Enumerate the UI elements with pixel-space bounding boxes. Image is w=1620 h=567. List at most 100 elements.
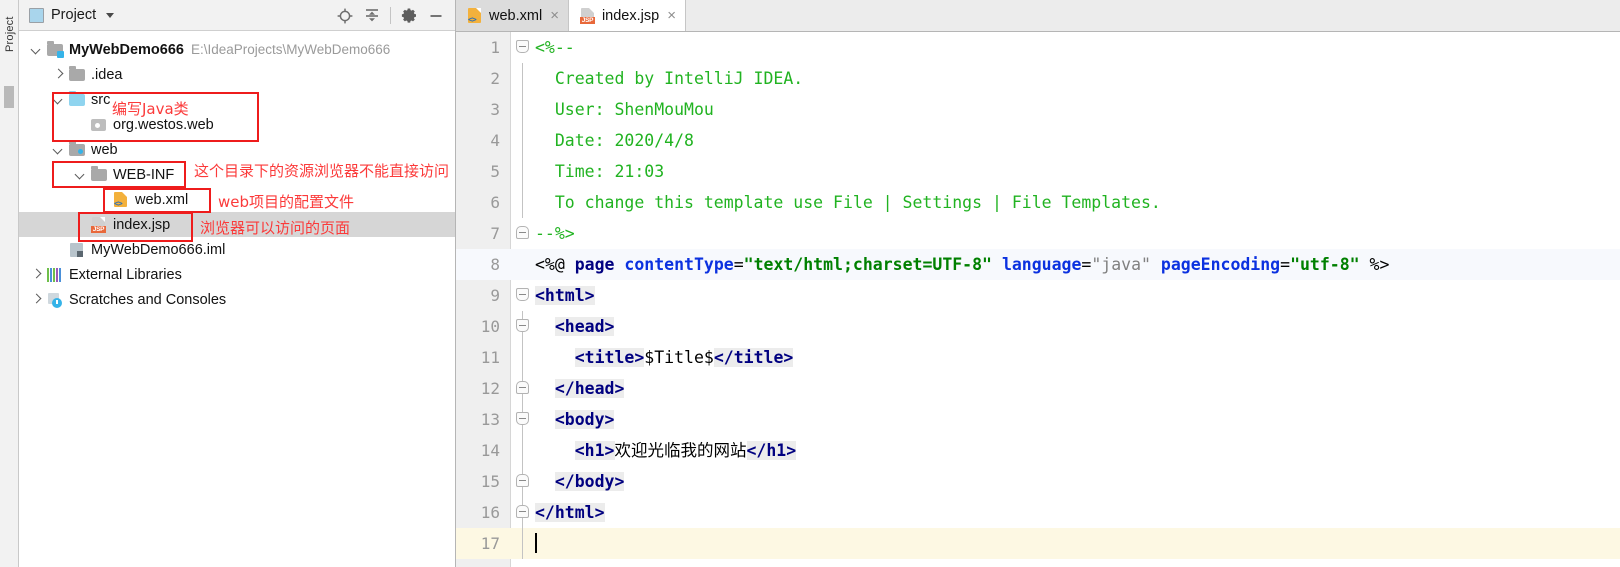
code-line[interactable]: 8 <%@ page contentType="text/html;charset… [456,249,1620,280]
collapse-all-icon[interactable] [359,3,385,29]
fold-open-icon[interactable] [516,319,529,332]
line-number: 1 [490,38,500,57]
tree-item-label: web.xml [135,191,189,208]
code-line[interactable]: 11 <title>$Title$</title> [456,342,1620,373]
fold-close-icon[interactable] [516,505,529,518]
code-line-text: <h1>欢迎光临我的网站</h1> [535,435,797,466]
code-line-text: </html> [535,497,605,528]
tree-item-path: E:\IdeaProjects\MyWebDemo666 [190,42,391,57]
fold-column [511,373,535,404]
line-number: 2 [490,69,500,88]
code-line[interactable]: 15 </body> [456,466,1620,497]
tree-item-external-libraries[interactable]: External Libraries [19,262,455,287]
fold-open-icon[interactable] [516,288,529,301]
tree-item-label: External Libraries [69,266,182,283]
tree-item-idea[interactable]: .idea [19,62,455,87]
fold-column [511,156,535,187]
chevron-down-icon[interactable] [53,94,64,105]
editor-tab-bar: web.xml × index.jsp × [456,0,1620,32]
code-line-text: User: ShenMouMou [535,94,714,125]
fold-close-icon[interactable] [516,381,529,394]
code-line[interactable]: 12 </head> [456,373,1620,404]
chevron-right-icon[interactable] [31,269,42,280]
code-line[interactable]: 9 <html> [456,280,1620,311]
tool-window-strip-label[interactable]: Project [4,0,16,52]
code-line[interactable]: 5 Time: 21:03 [456,156,1620,187]
minimize-icon[interactable] [423,3,449,29]
code-line[interactable]: 10 <head> [456,311,1620,342]
code-token: <body> [554,410,615,429]
code-token: <title> [574,348,645,367]
code-line[interactable]: 13 <body> [456,404,1620,435]
code-line-text: <head> [535,311,615,342]
folder-module-icon [47,41,64,58]
scratches-icon [47,291,64,308]
code-token: %> [1359,255,1390,274]
tree-item-mywebdemo666-iml[interactable]: MyWebDemo666.iml [19,237,455,262]
code-token: page [574,255,625,274]
editor-area: web.xml × index.jsp × 1 <%-- 2 Created by Int… [456,0,1620,567]
tree-item-label: src [91,91,111,108]
tree-item-web[interactable]: web [19,137,455,162]
code-token: "text/html;charset=UTF-8" [743,255,992,274]
line-number: 17 [480,534,500,553]
chevron-down-icon[interactable] [31,44,42,55]
close-icon[interactable]: × [667,8,676,23]
code-token: User: ShenMouMou [535,100,714,119]
editor-tab-label: web.xml [489,7,543,24]
fold-column [511,404,535,435]
close-icon[interactable]: × [550,8,559,23]
code-token: "utf-8" [1290,255,1360,274]
chevron-right-icon[interactable] [31,294,42,305]
gear-icon[interactable] [396,3,422,29]
code-line[interactable]: 3 User: ShenMouMou [456,94,1620,125]
fold-column [511,280,535,311]
line-number: 9 [490,286,500,305]
code-token: 欢迎光临我的网站 [614,441,747,460]
fold-guide-line [522,187,523,218]
fold-column [511,94,535,125]
tree-item-src[interactable]: src [19,87,455,112]
code-token: <html> [535,286,595,305]
code-line[interactable]: 17 [456,528,1620,559]
tree-item-mywebdemo666[interactable]: MyWebDemo666 E:\IdeaProjects\MyWebDemo666 [19,37,455,62]
fold-open-icon[interactable] [516,40,529,53]
fold-guide-line [522,156,523,187]
locate-icon[interactable] [332,3,358,29]
project-panel-title-group[interactable]: Project [19,7,115,23]
code-line[interactable]: 2 Created by IntelliJ IDEA. [456,63,1620,94]
tree-item-label: index.jsp [113,216,171,233]
fold-guide-line [522,528,523,559]
editor-tab-index-jsp[interactable]: index.jsp × [568,0,686,31]
chevron-down-icon[interactable] [53,144,64,155]
code-line[interactable]: 7 --%> [456,218,1620,249]
code-line[interactable]: 4 Date: 2020/4/8 [456,125,1620,156]
fold-close-icon[interactable] [516,474,529,487]
folder-icon [91,166,108,183]
code-line[interactable]: 1 <%-- [456,32,1620,63]
code-line[interactable]: 16 </html> [456,497,1620,528]
code-token: pageEncoding [1160,255,1281,274]
code-token: Created by IntelliJ IDEA. [535,69,804,88]
code-editor[interactable]: 1 <%-- 2 Created by IntelliJ IDEA. 3 User: … [456,32,1620,567]
jsp-file-icon [579,7,596,24]
chevron-down-icon[interactable] [106,12,115,18]
fold-close-icon[interactable] [516,226,529,239]
line-number: 15 [480,472,500,491]
fold-column [511,218,535,249]
code-token: To change this template use File | Setti… [535,193,1161,212]
code-line[interactable]: 6 To change this template use File | Set… [456,187,1620,218]
fold-open-icon[interactable] [516,412,529,425]
tree-item-org-westos-web[interactable]: org.westos.web [19,112,455,137]
chevron-down-icon[interactable] [75,169,86,180]
editor-tab-web-xml[interactable]: web.xml × [456,0,569,31]
code-line[interactable]: 14 <h1>欢迎光临我的网站</h1> [456,435,1620,466]
chevron-right-icon[interactable] [53,69,64,80]
tool-window-strip-marker [4,86,14,108]
tree-item-label: Scratches and Consoles [69,291,227,308]
tree-item-label: WEB-INF [113,166,175,183]
tree-item-scratches-and-consoles[interactable]: Scratches and Consoles [19,287,455,312]
